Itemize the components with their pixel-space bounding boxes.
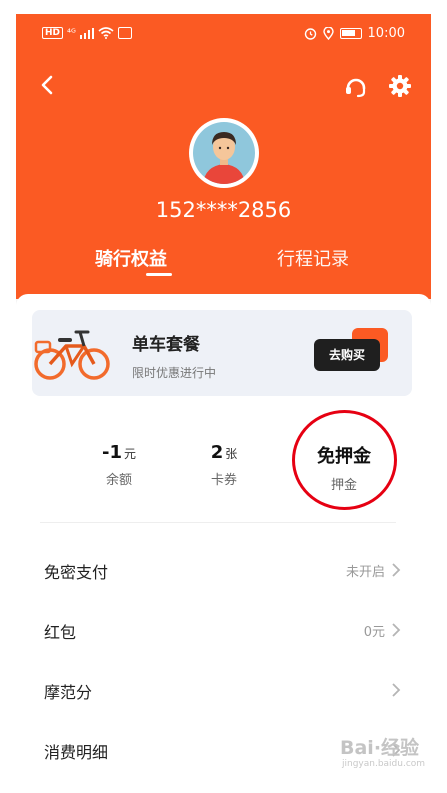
user-avatar-icon — [193, 122, 255, 184]
coupons-value: 2 — [210, 442, 224, 463]
coupons-unit: 张 — [225, 447, 238, 461]
row-value: 0元 — [363, 625, 385, 640]
back-icon[interactable] — [33, 70, 63, 100]
watermark-text: Bai·经验 — [340, 737, 420, 759]
bike-package-banner[interactable]: 单车套餐 限时优惠进行中 去购买 — [32, 310, 412, 396]
balance-value: -1 — [101, 442, 122, 463]
status-time: 10:00 — [367, 26, 405, 41]
menu-row-red-packet[interactable]: 红包 0元 — [16, 600, 431, 660]
user-phone: 152****2856 — [155, 198, 292, 222]
divider — [40, 522, 396, 523]
row-label: 红包 — [44, 623, 77, 642]
wallet-stats: -1 元 余额 2张 卡券 免押金 押金 — [16, 406, 431, 506]
chevron-right-icon — [392, 623, 401, 637]
deposit-label: 押金 — [330, 478, 357, 493]
buy-button[interactable]: 去购买 — [314, 339, 380, 371]
balance-unit: 元 — [123, 447, 136, 461]
watermark-url: jingyan.baidu.com — [342, 759, 426, 769]
balance-label: 余额 — [105, 473, 132, 488]
row-label: 消费明细 — [44, 743, 109, 762]
location-icon — [322, 27, 334, 40]
banner-title: 单车套餐 — [132, 335, 200, 355]
coupons-label: 卡券 — [210, 473, 237, 488]
notification-icon — [117, 27, 132, 39]
header: HD ⁴ᴳ 10:00 152****2856 骑行权益 行程记录 — [16, 14, 431, 299]
chevron-right-icon — [392, 563, 401, 577]
deposit-value: 免押金 — [317, 446, 371, 467]
customer-service-icon[interactable] — [342, 72, 370, 100]
avatar[interactable] — [189, 118, 259, 188]
battery-icon — [339, 28, 362, 39]
hd-icon: HD — [42, 27, 64, 39]
row-value: 未开启 — [345, 565, 385, 580]
tab-trip-records[interactable]: 行程记录 — [277, 245, 349, 271]
chevron-right-icon — [392, 683, 401, 697]
app-screen: HD ⁴ᴳ 10:00 152****2856 骑行权益 行程记录 单车套餐 限… — [16, 14, 431, 793]
active-tab-indicator — [146, 273, 172, 276]
deposit-stat[interactable]: 免押金 押金 — [289, 442, 399, 493]
bike-icon — [34, 330, 110, 380]
banner-subtitle: 限时优惠进行中 — [132, 366, 217, 380]
tab-riding-benefits[interactable]: 骑行权益 — [95, 245, 167, 271]
baidu-watermark: Bai·经验 jingyan.baidu.com — [340, 715, 432, 775]
row-label: 摩范分 — [44, 683, 93, 702]
menu-row-credit-score[interactable]: 摩范分 — [16, 660, 431, 720]
signal-label: ⁴ᴳ — [67, 27, 76, 39]
balance-stat[interactable]: -1 元 余额 — [64, 442, 174, 488]
coupons-stat[interactable]: 2张 卡券 — [169, 442, 279, 488]
status-bar: HD ⁴ᴳ 10:00 — [16, 14, 431, 54]
gear-icon[interactable] — [386, 72, 414, 100]
wifi-icon — [98, 27, 114, 39]
row-label: 免密支付 — [44, 563, 109, 582]
alarm-icon — [304, 28, 316, 40]
signal-icon — [79, 27, 94, 39]
menu-row-password-free-pay[interactable]: 免密支付 未开启 — [16, 540, 431, 600]
